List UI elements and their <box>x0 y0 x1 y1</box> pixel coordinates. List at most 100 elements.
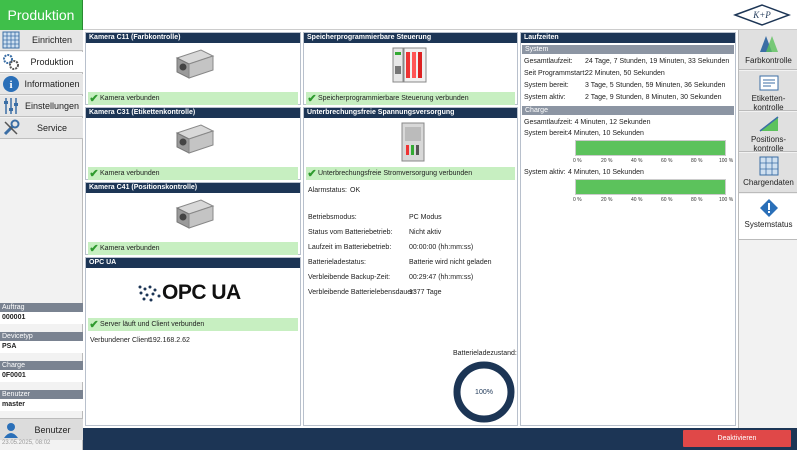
usv-row-value: 00:00:00 (hh:mm:ss) <box>409 244 474 251</box>
ready-value: 4 Minuten, 10 Sekunden <box>568 130 644 137</box>
right-sidebar: Farbkontrolle Etiketten-kontrolle Positi… <box>738 30 797 428</box>
top-bar: K+P <box>83 0 797 30</box>
runtime-row-value: 2 Tage, 9 Stunden, 8 Minuten, 30 Sekunde… <box>585 94 722 101</box>
active-progress-fill <box>576 180 725 194</box>
check-icon: ✔ <box>307 167 317 180</box>
devicetyp-value: PSA <box>0 341 83 353</box>
check-icon: ✔ <box>307 92 317 105</box>
position-check-icon <box>759 116 778 132</box>
nav-item-einrichten[interactable]: Einrichten <box>0 30 83 51</box>
batch-data-icon <box>759 156 778 176</box>
user-button[interactable]: Benutzer <box>0 418 83 440</box>
active-label: System aktiv: <box>524 169 566 176</box>
usv-row-label: Status vom Batteriebetrieb: <box>308 229 393 236</box>
check-icon: ✔ <box>89 318 99 331</box>
info-icon: i <box>1 74 21 94</box>
rightnav-systemstatus[interactable]: Systemstatus <box>739 194 797 240</box>
warning-icon <box>759 199 778 217</box>
auftrag-value: 000001 <box>0 312 83 324</box>
camera-c11-status: ✔ Kamera verbunden <box>88 92 298 105</box>
charge-header: Charge <box>522 106 734 115</box>
runtime-row-label: System aktiv: <box>524 94 566 101</box>
opcua-title: OPC UA <box>86 258 300 268</box>
usv-title: Unterbrechungsfreie Spannungsversorgung <box>304 108 517 118</box>
camera-c31-panel: Kamera C31 (Etikettenkontrolle) ✔ Kamera … <box>85 107 301 180</box>
check-icon: ✔ <box>89 92 99 105</box>
usv-panel: Unterbrechungsfreie Spannungsversorgung … <box>303 107 518 426</box>
camera-c41-panel: Kamera C41 (Positionskontrolle) ✔ Kamera … <box>85 182 301 255</box>
runtime-panel: Laufzeiten System Gesamtlaufzeit: 24 Tag… <box>520 32 736 426</box>
deactivate-button[interactable]: Deaktivieren <box>683 430 791 447</box>
camera-icon <box>175 199 215 229</box>
sliders-icon <box>1 96 21 116</box>
camera-icon <box>175 124 215 154</box>
ready-progress-bar <box>575 140 726 156</box>
active-progress-bar <box>575 179 726 195</box>
usv-row-value: Batterie wird nicht geladen <box>409 259 492 266</box>
battery-label: Batterieladezustand: <box>453 350 517 357</box>
ready-ticks: 0 % 20 % 40 % 60 % 80 % 100 % <box>573 158 734 164</box>
benutzer-label: Benutzer <box>0 390 83 399</box>
ready-label: System bereit: <box>524 130 569 137</box>
opcua-client-label: Verbundener Client: <box>90 337 152 344</box>
opcua-panel: OPC UA OPC UA ✔ Server läuft und Client v… <box>85 257 301 426</box>
system-header: System <box>522 45 734 54</box>
nav-item-informationen[interactable]: i Informationen <box>0 74 83 95</box>
alarm-label: Alarmstatus: <box>308 187 347 194</box>
sps-title: Speicherprogrammierbare Steuerung <box>304 33 517 43</box>
sps-panel: Speicherprogrammierbare Steuerung ✔ Speic… <box>303 32 518 105</box>
color-check-icon <box>759 36 778 52</box>
nav-item-einstellungen[interactable]: Einstellungen <box>0 96 83 117</box>
camera-c11-title: Kamera C11 (Farbkontrolle) <box>86 33 300 43</box>
usv-row-label: Verbleibende Batterielebensdauer: <box>308 289 416 296</box>
active-value: 4 Minuten, 10 Sekunden <box>568 169 644 176</box>
bottom-bar: Deaktivieren <box>83 428 797 450</box>
opcua-dots-icon <box>138 285 161 302</box>
rightnav-positionskontrolle[interactable]: Positions-kontrolle <box>739 112 797 153</box>
usv-row-label: Batterieladestatus: <box>308 259 366 266</box>
camera-c11-panel: Kamera C11 (Farbkontrolle) ✔ Kamera verbu… <box>85 32 301 105</box>
gears-icon <box>1 52 21 72</box>
runtime-row-value: 22 Minuten, 50 Sekunden <box>585 70 665 77</box>
sps-status: ✔ Speicherprogrammierbare Steuerung verbu… <box>306 92 515 105</box>
user-icon <box>0 422 22 438</box>
rightnav-farbkontrolle[interactable]: Farbkontrolle <box>739 30 797 70</box>
ups-icon <box>401 122 425 162</box>
camera-icon <box>175 49 215 79</box>
usv-row-value: PC Modus <box>409 214 442 221</box>
rightnav-etikettenkontrolle[interactable]: Etiketten-kontrolle <box>739 71 797 112</box>
nav-item-service[interactable]: Service <box>0 118 83 139</box>
usv-row-value: 00:29:47 (hh:mm:ss) <box>409 274 474 281</box>
usv-row-value: Nicht aktiv <box>409 229 442 236</box>
runtime-row-label: Seit Programmstart: <box>524 70 587 77</box>
active-ticks: 0 % 20 % 40 % 60 % 80 % 100 % <box>573 197 734 203</box>
plc-icon <box>392 47 427 83</box>
ready-progress-fill <box>576 141 725 155</box>
left-sidebar: Einrichten Produktion i Informationen Ei… <box>0 30 83 450</box>
opcua-client-value: 192.168.2.62 <box>149 337 190 344</box>
camera-c31-status: ✔ Kamera verbunden <box>88 167 298 180</box>
opcua-status: ✔ Server läuft und Client verbunden <box>88 318 298 331</box>
camera-c41-status: ✔ Kamera verbunden <box>88 242 298 255</box>
camera-c41-title: Kamera C41 (Positionskontrolle) <box>86 183 300 193</box>
company-logo: K+P <box>733 4 791 26</box>
grid-tools-icon <box>1 30 21 50</box>
runtime-row-value: 3 Tage, 5 Stunden, 59 Minuten, 36 Sekund… <box>585 82 726 89</box>
page-title: Produktion <box>0 0 83 30</box>
usv-status: ✔ Unterbrechungsfreie Stromversorgung ver… <box>306 167 515 180</box>
runtime-title: Laufzeiten <box>521 33 735 43</box>
nav-item-produktion[interactable]: Produktion <box>0 52 83 73</box>
rightnav-chargendaten[interactable]: Chargendaten <box>739 153 797 193</box>
svg-text:K+P: K+P <box>752 10 771 20</box>
check-icon: ✔ <box>89 167 99 180</box>
usv-row-label: Verbleibende Backup-Zeit: <box>308 274 391 281</box>
usv-row-label: Betriebsmodus: <box>308 214 357 221</box>
benutzer-value: master <box>0 399 83 411</box>
runtime-row-label: System bereit: <box>524 82 569 89</box>
datetime: 23.05.2025, 08:02 <box>2 440 51 446</box>
check-icon: ✔ <box>89 242 99 255</box>
charge-label: Charge <box>0 361 83 370</box>
runtime-row-value: 24 Tage, 7 Stunden, 19 Minuten, 33 Sekun… <box>585 58 730 65</box>
runtime-row-label: Gesamtlaufzeit: <box>524 58 573 65</box>
battery-percent: 100% <box>475 389 493 396</box>
